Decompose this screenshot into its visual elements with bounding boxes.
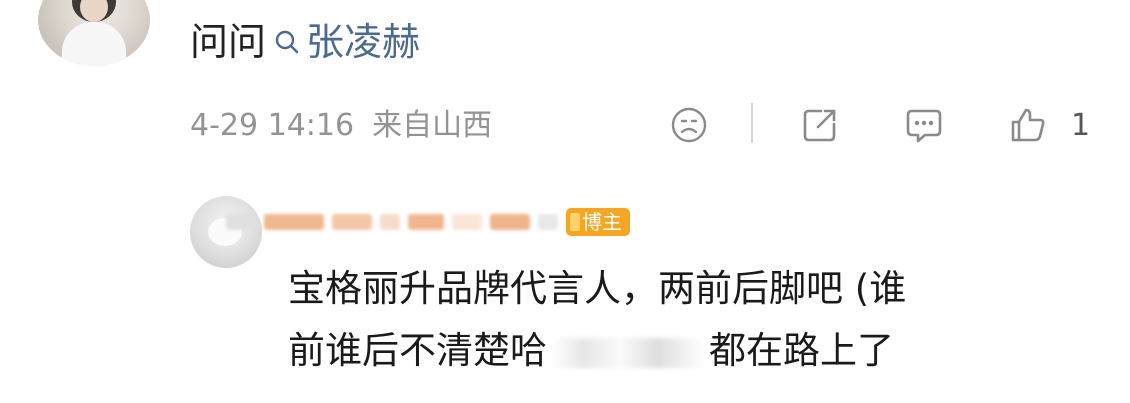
comment-meta: 4-29 14:16 来自山西 <box>190 104 510 148</box>
like-button[interactable] <box>1006 103 1050 147</box>
like-count: 1 <box>1071 108 1091 143</box>
overlay-fade <box>500 140 550 170</box>
reply-line-1: 宝格丽升品牌代言人，两前后脚吧 (谁 <box>288 267 907 310</box>
comment-time: 4-29 14:16 <box>190 108 355 143</box>
redacted-segment <box>553 337 703 368</box>
dislike-face-icon <box>671 107 707 143</box>
mention-name: 张凌赫 <box>306 20 421 64</box>
comment-button[interactable] <box>902 103 946 147</box>
action-divider <box>751 103 753 143</box>
reply-line-2b: 都在路上了 <box>709 329 894 372</box>
replier-name-redacted <box>226 202 566 242</box>
mention-link[interactable]: 张凌赫 <box>266 16 420 68</box>
comment-text: 问问 <box>190 20 267 64</box>
share-button[interactable] <box>798 103 842 147</box>
blogger-badge: 博主 <box>566 208 630 236</box>
comment-icon <box>906 109 942 143</box>
dislike-button[interactable] <box>667 103 711 147</box>
search-icon <box>275 30 299 54</box>
commenter-avatar[interactable] <box>38 0 150 66</box>
badge-label: 博主 <box>582 210 622 234</box>
comment-content: 问问 张凌赫 <box>190 16 420 68</box>
comment-location: 来自山西 <box>372 108 493 143</box>
reply-line-2: 前谁后不清楚哈 都在路上了 <box>288 320 1088 382</box>
share-icon <box>803 109 836 142</box>
badge-mark-icon <box>570 213 580 231</box>
reply-content: 宝格丽升品牌代言人，两前后脚吧 (谁 前谁后不清楚哈 都在路上了 <box>288 258 1088 382</box>
reply-line-2a: 前谁后不清楚哈 <box>288 329 547 372</box>
avatar-shirt <box>62 22 126 66</box>
thumbs-up-icon <box>1011 108 1045 142</box>
